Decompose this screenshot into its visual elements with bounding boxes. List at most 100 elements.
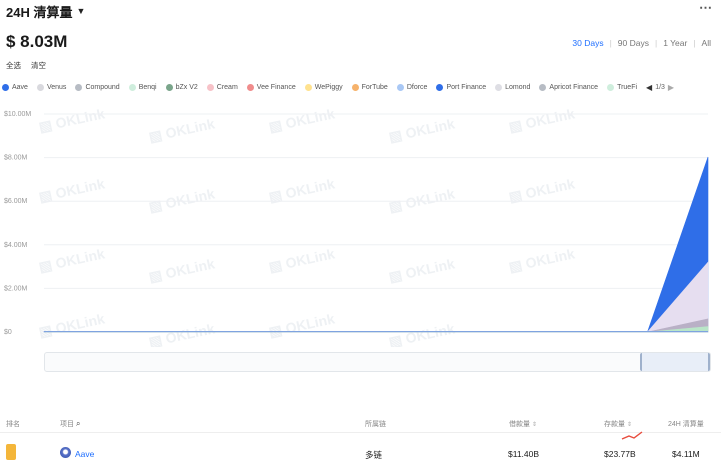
legend-label: Apricot Finance bbox=[549, 83, 599, 91]
divider: | bbox=[609, 38, 612, 48]
range-1-year[interactable]: 1 Year bbox=[663, 38, 687, 48]
liquidation-area-chart: ▧ OKLink ▧ OKLink ▧ OKLink ▧ OKLink ▧ OKLink… bbox=[4, 105, 709, 347]
legend-dot-icon bbox=[128, 83, 136, 91]
legend-label: Venus bbox=[46, 83, 67, 91]
watermark-text: ▧ OKLink bbox=[37, 105, 106, 135]
table-row[interactable]: Aave 多链 $11.40B $23.77B $4.11M bbox=[0, 440, 721, 466]
range-slider-window[interactable] bbox=[640, 353, 710, 371]
select-all-button[interactable]: 全选 bbox=[6, 60, 21, 71]
legend-dot-icon bbox=[436, 83, 444, 91]
search-icon[interactable]: ⌕ bbox=[76, 419, 80, 428]
legend-dot-icon bbox=[304, 83, 312, 91]
divider: | bbox=[654, 38, 658, 48]
legend-pagination: ◀ 1/3 ▶ bbox=[646, 83, 674, 92]
legend-item[interactable]: Dforce bbox=[396, 83, 427, 91]
y-tick-label: $0 bbox=[4, 329, 12, 336]
legend-label: Port Finance bbox=[446, 83, 487, 91]
legend-dot-icon bbox=[351, 83, 359, 91]
time-range-selector: 30 Days | 90 Days | 1 Year | All bbox=[572, 38, 711, 48]
chevron-down-icon[interactable]: ▼ bbox=[76, 6, 85, 16]
area-series-compound bbox=[44, 318, 709, 333]
asset-link[interactable]: Aave bbox=[75, 449, 94, 459]
legend-label: ForTube bbox=[361, 83, 388, 91]
watermark-text: ▧ OKLink bbox=[147, 115, 216, 145]
watermark-text: ▧ OKLink bbox=[37, 310, 106, 340]
y-tick-label: $2.00M bbox=[4, 285, 28, 292]
rank-medal-icon bbox=[6, 444, 16, 460]
clear-button[interactable]: 清空 bbox=[31, 60, 46, 71]
watermark-text: ▧ OKLink bbox=[267, 310, 336, 340]
sort-icon[interactable]: ⇕ bbox=[627, 422, 632, 428]
legend-dot-icon bbox=[206, 83, 214, 91]
caret-right-icon[interactable]: ▶ bbox=[668, 83, 674, 92]
col-asset-label: 项目 bbox=[60, 421, 74, 428]
watermark-text: ▧ OKLink bbox=[387, 115, 456, 145]
y-tick-label: $8.00M bbox=[4, 155, 28, 162]
legend-label: Vee Finance bbox=[256, 83, 296, 91]
watermark-text: ▧ OKLink bbox=[387, 185, 456, 215]
total-liquidation-value: $ 8.03M bbox=[6, 32, 68, 51]
legend-label: WePiggy bbox=[314, 83, 343, 91]
caret-left-icon[interactable]: ◀ bbox=[646, 83, 652, 92]
legend-item[interactable]: Lomond bbox=[495, 83, 530, 91]
legend-item[interactable]: TrueFi bbox=[607, 83, 637, 91]
legend-label: Aave bbox=[12, 83, 28, 91]
legend-item[interactable]: Apricot Finance bbox=[539, 83, 599, 91]
chain-cell: 多链 bbox=[365, 450, 383, 460]
y-tick-label: $4.00M bbox=[4, 242, 28, 249]
legend-dot-icon bbox=[607, 83, 615, 91]
col-deposit[interactable]: 存款量 ⇕ bbox=[604, 419, 632, 429]
legend-item[interactable]: bZx V2 bbox=[165, 83, 198, 91]
legend-dot-icon bbox=[36, 83, 44, 91]
sort-icon[interactable]: ⇕ bbox=[532, 422, 537, 428]
legend-item[interactable]: Aave bbox=[2, 83, 28, 91]
col-liquidation[interactable]: 24H 清算量 bbox=[668, 419, 704, 429]
legend-item[interactable]: Cream bbox=[206, 83, 238, 91]
more-icon[interactable]: ⋯ bbox=[699, 0, 713, 16]
legend-item[interactable]: WePiggy bbox=[304, 83, 343, 91]
legend-dot-icon bbox=[75, 83, 83, 91]
col-chain: 所属链 bbox=[365, 421, 386, 428]
col-borrow[interactable]: 借款量 ⇕ bbox=[509, 419, 537, 429]
col-asset: 项目 ⌕ bbox=[60, 419, 80, 429]
header: 24H 清算量 ▼ bbox=[6, 2, 85, 20]
range-30-days[interactable]: 30 Days bbox=[572, 38, 603, 48]
legend-dot-icon bbox=[165, 83, 173, 91]
area-series-venus bbox=[43, 261, 709, 333]
watermark-text: ▧ OKLink bbox=[267, 105, 336, 135]
legend-item[interactable]: Compound bbox=[75, 83, 120, 91]
divider: | bbox=[693, 38, 696, 48]
col-deposit-label: 存款量 bbox=[604, 421, 625, 428]
legend-item[interactable]: Benqi bbox=[128, 83, 157, 91]
range-all[interactable]: All bbox=[702, 38, 711, 48]
legend-label: Cream bbox=[216, 83, 238, 91]
legend-label: Compound bbox=[85, 83, 120, 91]
legend-item[interactable]: Venus bbox=[36, 83, 67, 91]
y-tick-label: $6.00M bbox=[4, 198, 28, 205]
deposit-cell: $23.77B bbox=[604, 449, 636, 459]
legend-item[interactable]: Vee Finance bbox=[246, 83, 296, 91]
legend-label: bZx V2 bbox=[175, 83, 198, 91]
watermark-text: ▧ OKLink bbox=[147, 255, 216, 285]
legend-dot-icon bbox=[246, 83, 254, 91]
range-90-days[interactable]: 90 Days bbox=[618, 38, 649, 48]
watermark-text: ▧ OKLink bbox=[507, 105, 576, 135]
legend-dot-icon bbox=[396, 83, 404, 91]
legend-page: 1/3 bbox=[655, 83, 665, 91]
liquidation-cell: $4.11M bbox=[672, 449, 700, 459]
legend-item[interactable]: ForTube bbox=[351, 83, 388, 91]
watermark-text: ▧ OKLink bbox=[147, 185, 216, 215]
table-header: 排名 项目 ⌕ 所属链 借款量 ⇕ 存款量 ⇕ 24H 清算量 bbox=[0, 413, 721, 433]
legend-dot-icon bbox=[2, 83, 9, 91]
legend-item[interactable]: Port Finance bbox=[436, 83, 487, 91]
legend-dot-icon bbox=[495, 83, 503, 91]
legend-items: Aave Venus Compound Benqi bZx V2 Cream Vee Fin… bbox=[2, 83, 637, 91]
col-rank: 排名 bbox=[6, 421, 20, 428]
page-title: 24H 清算量 bbox=[6, 4, 73, 20]
col-borrow-label: 借款量 bbox=[509, 421, 530, 428]
watermark-text: ▧ OKLink bbox=[387, 320, 456, 347]
range-slider[interactable] bbox=[44, 352, 711, 372]
watermark-text: ▧ OKLink bbox=[507, 175, 576, 205]
watermark-text: ▧ OKLink bbox=[37, 245, 106, 275]
borrow-cell: $11.40B bbox=[508, 449, 540, 459]
